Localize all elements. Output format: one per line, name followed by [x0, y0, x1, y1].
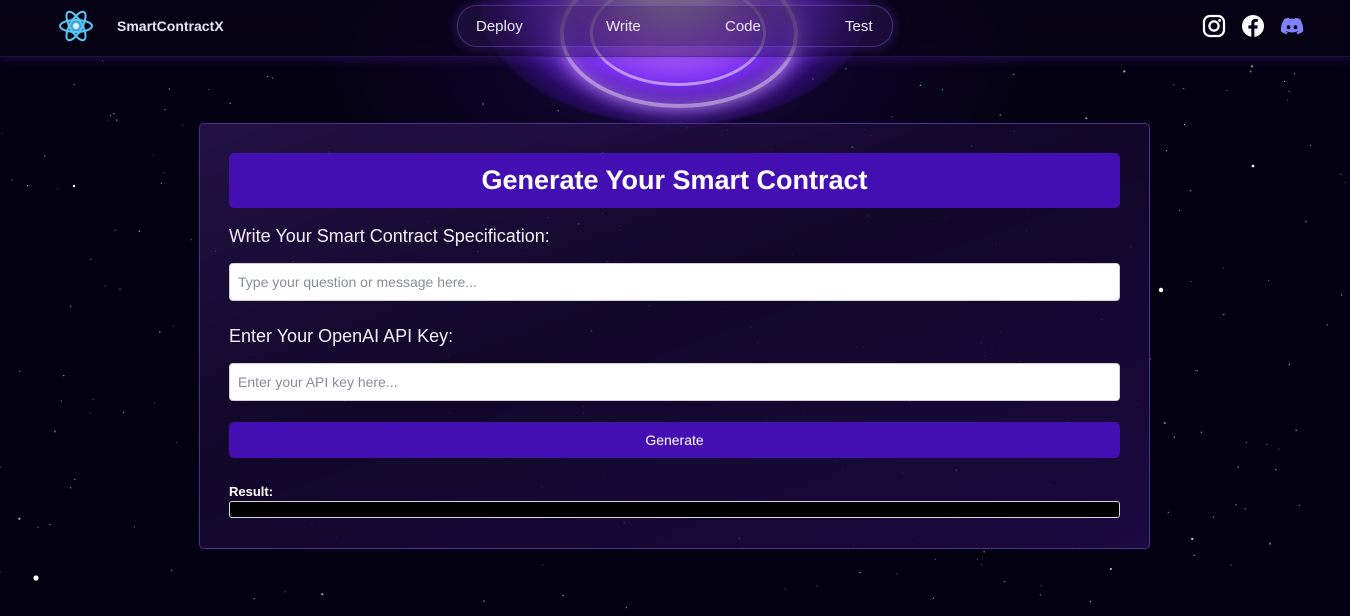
nav-code[interactable]: Code: [725, 18, 761, 35]
result-output[interactable]: [229, 501, 1120, 518]
generate-contract-card: Generate Your Smart Contract Write Your …: [199, 123, 1150, 549]
nav-write[interactable]: Write: [606, 18, 641, 35]
card-title: Generate Your Smart Contract: [229, 153, 1120, 208]
spec-label: Write Your Smart Contract Specification:: [229, 226, 550, 246]
top-navbar: SmartContractX Deploy Write Code Test: [0, 0, 1350, 57]
brand-name[interactable]: SmartContractX: [117, 18, 224, 34]
result-label: Result:: [229, 484, 274, 499]
generate-button[interactable]: Generate: [229, 422, 1120, 458]
instagram-icon[interactable]: [1202, 14, 1226, 38]
discord-icon[interactable]: [1280, 14, 1304, 38]
spec-input[interactable]: [229, 263, 1120, 301]
page: SmartContractX Deploy Write Code Test Ge…: [0, 0, 1350, 616]
facebook-icon[interactable]: [1241, 14, 1265, 38]
atom-logo-icon[interactable]: [58, 8, 94, 44]
nav-test[interactable]: Test: [845, 18, 873, 35]
nav-deploy[interactable]: Deploy: [476, 18, 523, 35]
api-key-input[interactable]: [229, 363, 1120, 401]
main-nav: Deploy Write Code Test: [457, 5, 893, 47]
api-key-label: Enter Your OpenAI API Key:: [229, 326, 454, 346]
